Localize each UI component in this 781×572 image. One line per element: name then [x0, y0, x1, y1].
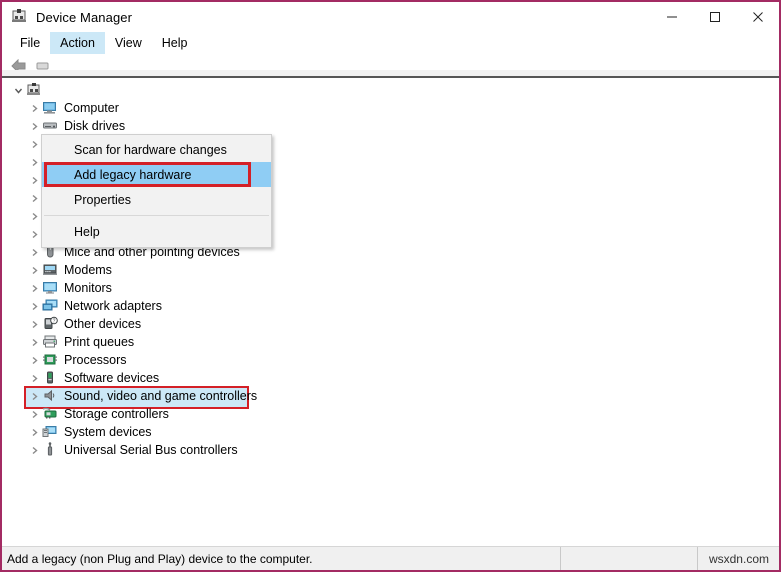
chevron-right-icon[interactable]	[26, 374, 42, 383]
menu-action[interactable]: Action	[50, 32, 105, 54]
tree-item-storage-controllers[interactable]: Storage controllers	[2, 405, 779, 423]
tree-item-other-devices[interactable]: ? Other devices	[2, 315, 779, 333]
computer-root-icon	[26, 82, 44, 98]
tree-item-label: Print queues	[64, 336, 134, 349]
tree-item-label: Network adapters	[64, 300, 162, 313]
status-bar: Add a legacy (non Plug and Play) device …	[2, 546, 779, 570]
tree-item-label: Processors	[64, 354, 127, 367]
chevron-right-icon[interactable]	[26, 122, 42, 131]
tree-item-disk-drives[interactable]: Disk drives	[2, 117, 779, 135]
tree-item-label: Monitors	[64, 282, 112, 295]
tree-item-label: Storage controllers	[64, 408, 169, 421]
minimize-button[interactable]	[650, 2, 693, 32]
tree-item-processors[interactable]: Processors	[2, 351, 779, 369]
menu-item-label: Scan for hardware changes	[74, 143, 227, 157]
window-title: Device Manager	[36, 10, 132, 25]
menu-bar: File Action View Help	[2, 32, 779, 54]
menu-help[interactable]: Help	[152, 32, 198, 54]
status-middle-segment	[560, 547, 697, 570]
tree-item-modems[interactable]: Modems	[2, 261, 779, 279]
tree-item-print-queues[interactable]: Print queues	[2, 333, 779, 351]
usb-controller-icon	[42, 442, 60, 458]
menu-item-add-legacy-hardware[interactable]: Add legacy hardware	[42, 162, 271, 187]
tree-item-label: Modems	[64, 264, 112, 277]
tree-item-universal-serial-bus-controllers[interactable]: Universal Serial Bus controllers	[2, 441, 779, 459]
chevron-right-icon[interactable]	[26, 302, 42, 311]
menu-item-properties[interactable]: Properties	[42, 187, 271, 212]
chevron-right-icon[interactable]	[26, 194, 42, 203]
status-message: Add a legacy (non Plug and Play) device …	[2, 547, 560, 570]
chevron-right-icon[interactable]	[26, 392, 42, 401]
tree-item-label: Universal Serial Bus controllers	[64, 444, 238, 457]
modem-icon	[42, 262, 60, 278]
tree-item-network-adapters[interactable]: Network adapters	[2, 297, 779, 315]
tree-item-label: System devices	[64, 426, 152, 439]
system-device-icon	[42, 424, 60, 440]
window-controls	[650, 2, 779, 32]
chevron-right-icon[interactable]	[26, 158, 42, 167]
chevron-right-icon[interactable]	[26, 176, 42, 185]
menu-item-help[interactable]: Help	[42, 219, 271, 244]
computer-icon	[42, 100, 60, 116]
tree-root-node[interactable]	[2, 81, 779, 99]
menu-separator	[44, 215, 269, 216]
chevron-right-icon[interactable]	[26, 410, 42, 419]
tree-item-label: Sound, video and game controllers	[64, 390, 257, 403]
chevron-right-icon[interactable]	[26, 356, 42, 365]
tree-item-monitors[interactable]: Monitors	[2, 279, 779, 297]
menu-item-label: Properties	[74, 193, 131, 207]
chevron-right-icon[interactable]	[26, 338, 42, 347]
chevron-right-icon[interactable]	[26, 212, 42, 221]
maximize-button[interactable]	[693, 2, 736, 32]
chevron-right-icon[interactable]	[26, 230, 42, 239]
menu-item-scan-for-hardware-changes[interactable]: Scan for hardware changes	[42, 137, 271, 162]
menu-item-label: Help	[74, 225, 100, 239]
tree-item-software-devices[interactable]: Software devices	[2, 369, 779, 387]
chevron-right-icon[interactable]	[26, 104, 42, 113]
tree-item-sound-video-and-game-controllers[interactable]: Sound, video and game controllers	[2, 387, 779, 405]
tree-item-computer[interactable]: Computer	[2, 99, 779, 117]
chevron-right-icon[interactable]	[26, 320, 42, 329]
chevron-right-icon[interactable]	[26, 140, 42, 149]
device-tree-panel: ComputerDisk drivesDisplay adaptersDVD/C…	[2, 78, 779, 541]
title-bar: Device Manager	[2, 2, 779, 32]
tree-item-label: Other devices	[64, 318, 141, 331]
toolbar	[2, 54, 779, 78]
close-button[interactable]	[736, 2, 779, 32]
tree-item-system-devices[interactable]: System devices	[2, 423, 779, 441]
chevron-right-icon[interactable]	[26, 428, 42, 437]
network-adapter-icon	[42, 298, 60, 314]
software-device-icon	[42, 370, 60, 386]
watermark: wsxdn.com	[697, 547, 779, 570]
other-device-icon: ?	[42, 316, 60, 332]
svg-text:?: ?	[53, 319, 56, 325]
processor-icon	[42, 352, 60, 368]
device-manager-window: Device Manager File Action View Help	[0, 0, 781, 572]
sound-icon	[42, 388, 60, 404]
tree-item-label: Software devices	[64, 372, 159, 385]
monitor-icon	[42, 280, 60, 296]
printer-icon	[42, 334, 60, 350]
menu-view[interactable]: View	[105, 32, 152, 54]
menu-file[interactable]: File	[10, 32, 50, 54]
disk-drive-icon	[42, 118, 60, 134]
tree-item-label: Disk drives	[64, 120, 125, 133]
tree-item-label: Computer	[64, 102, 119, 115]
chevron-right-icon[interactable]	[26, 266, 42, 275]
storage-controller-icon	[42, 406, 60, 422]
chevron-down-icon[interactable]	[10, 86, 26, 95]
chevron-right-icon[interactable]	[26, 446, 42, 455]
chevron-right-icon[interactable]	[26, 248, 42, 257]
action-dropdown-menu: Scan for hardware changes Add legacy har…	[41, 134, 272, 248]
device-manager-icon	[10, 8, 28, 26]
chevron-right-icon[interactable]	[26, 284, 42, 293]
menu-item-label: Add legacy hardware	[74, 168, 191, 182]
